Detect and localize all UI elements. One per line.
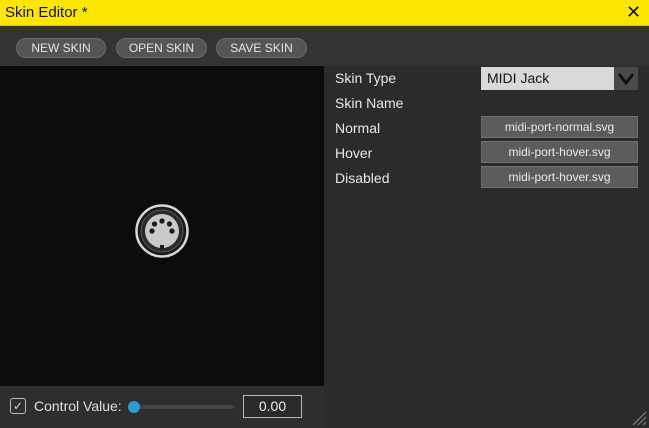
skin-properties-panel: Skin Type MIDI Jack Skin Name Normal mid… — [324, 66, 649, 428]
toolbar: NEW SKIN OPEN SKIN SAVE SKIN — [0, 26, 649, 66]
skin-name-label: Skin Name — [335, 95, 404, 111]
normal-file-button[interactable]: midi-port-normal.svg — [481, 116, 638, 138]
title-bar: Skin Editor * ✕ — [0, 0, 649, 26]
skin-type-value: MIDI Jack — [487, 70, 550, 86]
skin-type-label: Skin Type — [335, 70, 397, 86]
control-value-checkbox[interactable]: ✓ — [10, 398, 26, 414]
save-skin-button[interactable]: SAVE SKIN — [216, 38, 307, 58]
normal-label: Normal — [335, 120, 381, 136]
control-value-slider-track[interactable] — [130, 405, 234, 409]
disabled-file-button[interactable]: midi-port-hover.svg — [481, 166, 638, 188]
control-value-bar: ✓ Control Value: 0.00 — [0, 386, 324, 428]
chevron-down-icon[interactable] — [614, 67, 638, 90]
control-value-input[interactable]: 0.00 — [243, 395, 302, 418]
open-skin-button[interactable]: OPEN SKIN — [116, 38, 207, 58]
new-skin-button[interactable]: NEW SKIN — [16, 38, 106, 58]
control-value-label: Control Value: — [34, 398, 122, 414]
skin-editor-window: Skin Editor * ✕ NEW SKIN OPEN SKIN SAVE … — [0, 0, 649, 428]
disabled-label: Disabled — [335, 170, 390, 186]
window-title: Skin Editor * — [5, 4, 88, 21]
close-button[interactable]: ✕ — [626, 3, 641, 21]
resize-grip-icon[interactable] — [631, 410, 647, 426]
midi-jack-icon[interactable] — [135, 204, 189, 258]
hover-label: Hover — [335, 145, 373, 161]
control-value-slider-thumb[interactable] — [128, 401, 140, 413]
hover-file-button[interactable]: midi-port-hover.svg — [481, 141, 638, 163]
skin-type-dropdown[interactable]: MIDI Jack — [481, 67, 638, 90]
skin-name-input[interactable] — [481, 91, 638, 115]
